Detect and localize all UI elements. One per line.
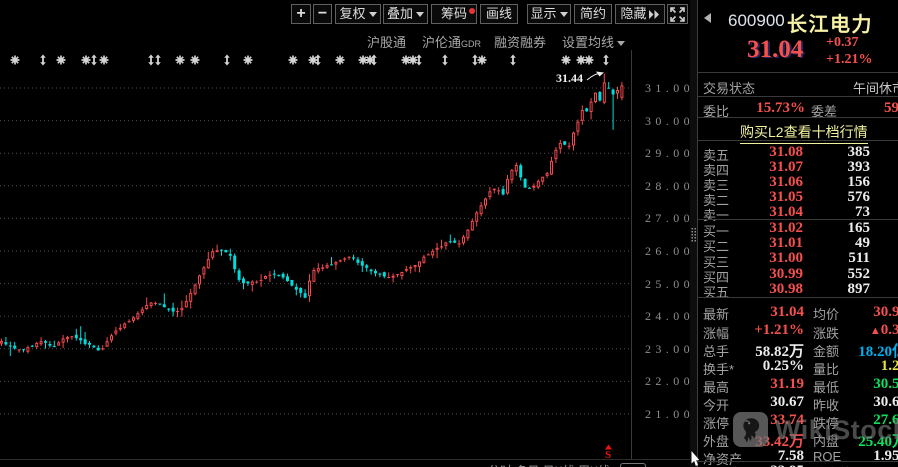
svg-text:31.44: 31.44 <box>556 71 583 85</box>
